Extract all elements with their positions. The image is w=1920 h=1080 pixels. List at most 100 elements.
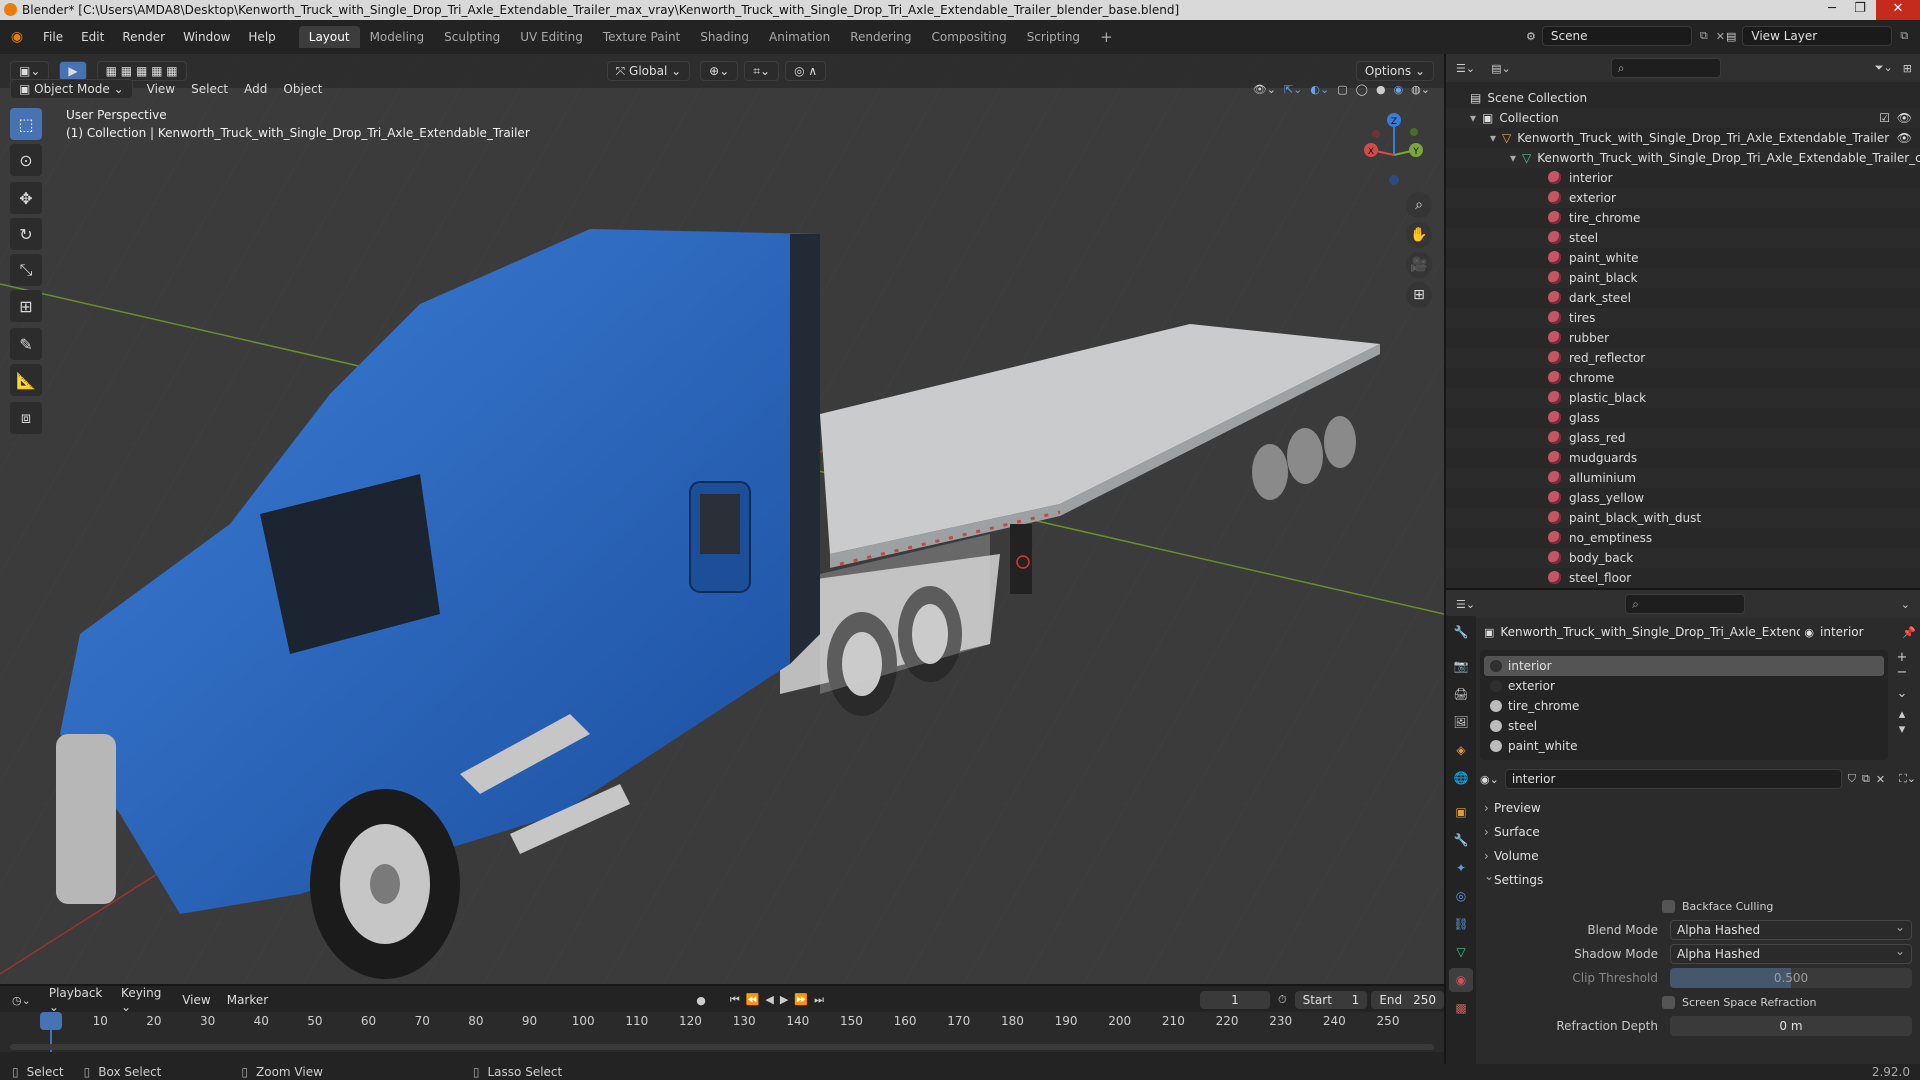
menu-playback[interactable]: Playback ⌄ (41, 986, 113, 1014)
pan-hand-icon[interactable]: ✋ (1406, 222, 1432, 248)
3d-viewport[interactable] (0, 54, 1444, 984)
menu-help[interactable]: Help (239, 20, 284, 54)
zoom-icon[interactable]: ⌕ (1406, 192, 1432, 218)
play-icon[interactable]: ▶ (780, 993, 794, 1006)
menu-add[interactable]: Add (236, 82, 275, 96)
modifier-tab-icon[interactable]: 🔧 (1449, 828, 1473, 852)
wireframe-shading-icon[interactable]: ◯ (1356, 83, 1368, 96)
timeline-ruler[interactable]: 1102030405060708090100110120130140150160… (0, 1012, 1444, 1052)
blender-menu-icon[interactable]: ◉ (0, 29, 34, 45)
physics-tab-icon[interactable]: ◎ (1449, 884, 1473, 908)
camera-view-icon[interactable]: 🎥 (1406, 252, 1432, 278)
properties-search-input[interactable]: ⌕ (1625, 594, 1746, 614)
stopwatch-icon[interactable]: ⏱ (1278, 993, 1287, 1007)
solid-shading-icon[interactable]: ● (1376, 83, 1386, 96)
scene-field[interactable]: Scene (1541, 26, 1692, 46)
outliner-material-row[interactable]: rubber (1446, 328, 1920, 348)
object-tab-icon[interactable]: ▣ (1449, 800, 1473, 824)
outliner-material-row[interactable]: dark_steel (1446, 288, 1920, 308)
outliner-material-row[interactable]: paint_black_with_dust (1446, 508, 1920, 528)
add-cube-tool-icon[interactable]: ⧈ (10, 402, 42, 434)
clip-threshold-slider[interactable]: 0.500 (1670, 968, 1912, 988)
collection-checkbox-icon[interactable]: ☑ (1879, 108, 1890, 128)
outliner-material-row[interactable]: tire_chrome (1446, 208, 1920, 228)
tab-animation[interactable]: Animation (759, 26, 840, 48)
unlink-material-icon[interactable]: ✕ (1876, 773, 1885, 786)
move-tool-icon[interactable]: ✥ (10, 182, 42, 214)
tab-sculpting[interactable]: Sculpting (434, 26, 510, 48)
close-button[interactable]: ✕ (1876, 0, 1920, 20)
overlay-toggle-icon[interactable]: ◐⌄ (1310, 83, 1329, 96)
outliner-material-row[interactable]: alluminium (1446, 468, 1920, 488)
tab-uv-editing[interactable]: UV Editing (510, 26, 593, 48)
outliner-material-row[interactable]: red_reflector (1446, 348, 1920, 368)
texture-tab-icon[interactable]: ▩ (1449, 996, 1473, 1020)
menu-render[interactable]: Render (113, 20, 174, 54)
material-browse-icon[interactable]: ◉⌄ (1480, 773, 1499, 786)
material-slot[interactable]: paint_white (1484, 736, 1884, 756)
new-collection-icon[interactable]: ⊞ (1903, 62, 1912, 75)
new-material-icon[interactable]: ⧉ (1862, 772, 1870, 786)
fake-user-icon[interactable]: ⛉ (1848, 772, 1856, 786)
tab-scripting[interactable]: Scripting (1017, 26, 1090, 48)
perspective-toggle-icon[interactable]: ⊞ (1406, 282, 1432, 308)
scale-tool-icon[interactable]: ⤡ (10, 254, 42, 286)
mode-dropdown[interactable]: ▣ Object Mode ⌄ (10, 79, 133, 99)
outliner-material-row[interactable]: chrome (1446, 368, 1920, 388)
eye-icon[interactable]: 👁 (1897, 128, 1912, 148)
view-layer-tab-icon[interactable]: 🖼 (1449, 710, 1473, 734)
measure-tool-icon[interactable]: 📐 (10, 364, 42, 396)
tab-rendering[interactable]: Rendering (840, 26, 921, 48)
material-shading-icon[interactable]: ◉ (1394, 83, 1404, 96)
outliner-material-row[interactable]: steel (1446, 228, 1920, 248)
add-workspace-icon[interactable]: + (1090, 26, 1123, 48)
expand-arrow-icon[interactable]: ▾ (1510, 151, 1516, 165)
volume-panel-header[interactable]: Volume (1480, 844, 1916, 868)
jump-start-icon[interactable]: ⏮ (730, 993, 746, 1006)
menu-view[interactable]: View (139, 82, 183, 96)
timeline-editor-type-icon[interactable]: ◷⌄ (12, 994, 31, 1007)
annotate-tool-icon[interactable]: ✎ (10, 328, 42, 360)
object-row[interactable]: ▾ ▽ Kenworth_Truck_with_Single_Drop_Tri_Ax… (1446, 128, 1920, 148)
playhead[interactable] (40, 1012, 62, 1030)
timeline-scrollbar[interactable] (10, 1044, 1434, 1050)
remove-slot-icon[interactable]: − (1888, 665, 1916, 680)
outliner-material-row[interactable]: interior (1446, 168, 1920, 188)
eye-icon[interactable]: 👁 (1897, 108, 1912, 128)
next-keyframe-icon[interactable]: ⏩ (794, 993, 814, 1006)
scene-copy-icon[interactable]: ⧉ (1700, 29, 1708, 43)
scene-icon[interactable]: ⚙ (1526, 30, 1536, 43)
menu-edit[interactable]: Edit (72, 20, 113, 54)
minimize-button[interactable]: ─ (1818, 0, 1846, 20)
tab-layout[interactable]: Layout (298, 26, 360, 48)
render-tab-icon[interactable]: 📷 (1449, 654, 1473, 678)
outliner-material-row[interactable]: tires (1446, 308, 1920, 328)
menu-timeline-view[interactable]: View (174, 993, 218, 1007)
menu-object[interactable]: Object (275, 82, 330, 96)
pin-icon[interactable]: 📌 (1902, 626, 1916, 639)
menu-marker[interactable]: Marker (219, 993, 276, 1007)
material-name-field[interactable]: interior (1504, 769, 1842, 789)
expand-arrow-icon[interactable]: ▾ (1470, 111, 1476, 125)
particles-tab-icon[interactable]: ✦ (1449, 856, 1473, 880)
tab-shading[interactable]: Shading (690, 26, 759, 48)
viewport-scene[interactable] (0, 54, 1444, 984)
cursor-tool-icon[interactable]: ⊙ (10, 144, 42, 176)
mesh-row[interactable]: ▾ ▽ Kenworth_Truck_with_Single_Drop_Tri_Ax… (1446, 148, 1920, 168)
output-tab-icon[interactable]: 🖨 (1449, 682, 1473, 706)
properties-options-icon[interactable]: ⌄ (1901, 598, 1910, 611)
navigation-gizmo[interactable]: Z Y X (1356, 110, 1432, 186)
current-frame-field[interactable]: 1 (1199, 991, 1271, 1009)
properties-editor-type-icon[interactable]: ☰⌄ (1456, 598, 1475, 611)
view-layer-copy-icon[interactable]: ⧉ (1900, 29, 1908, 43)
rendered-shading-icon[interactable]: ◍⌄ (1411, 83, 1430, 96)
scene-collection-row[interactable]: ▤ Scene Collection (1446, 88, 1920, 108)
outliner-material-row[interactable]: glass_red (1446, 428, 1920, 448)
world-tab-icon[interactable]: 🌐 (1449, 766, 1473, 790)
outliner-material-row[interactable]: exterior (1446, 188, 1920, 208)
display-mode-icon[interactable]: ▤⌄ (1491, 62, 1511, 75)
settings-panel-header[interactable]: Settings (1480, 864, 1916, 892)
outliner-material-row[interactable]: plastic_black (1446, 388, 1920, 408)
menu-window[interactable]: Window (174, 20, 239, 54)
menu-select[interactable]: Select (183, 82, 236, 96)
